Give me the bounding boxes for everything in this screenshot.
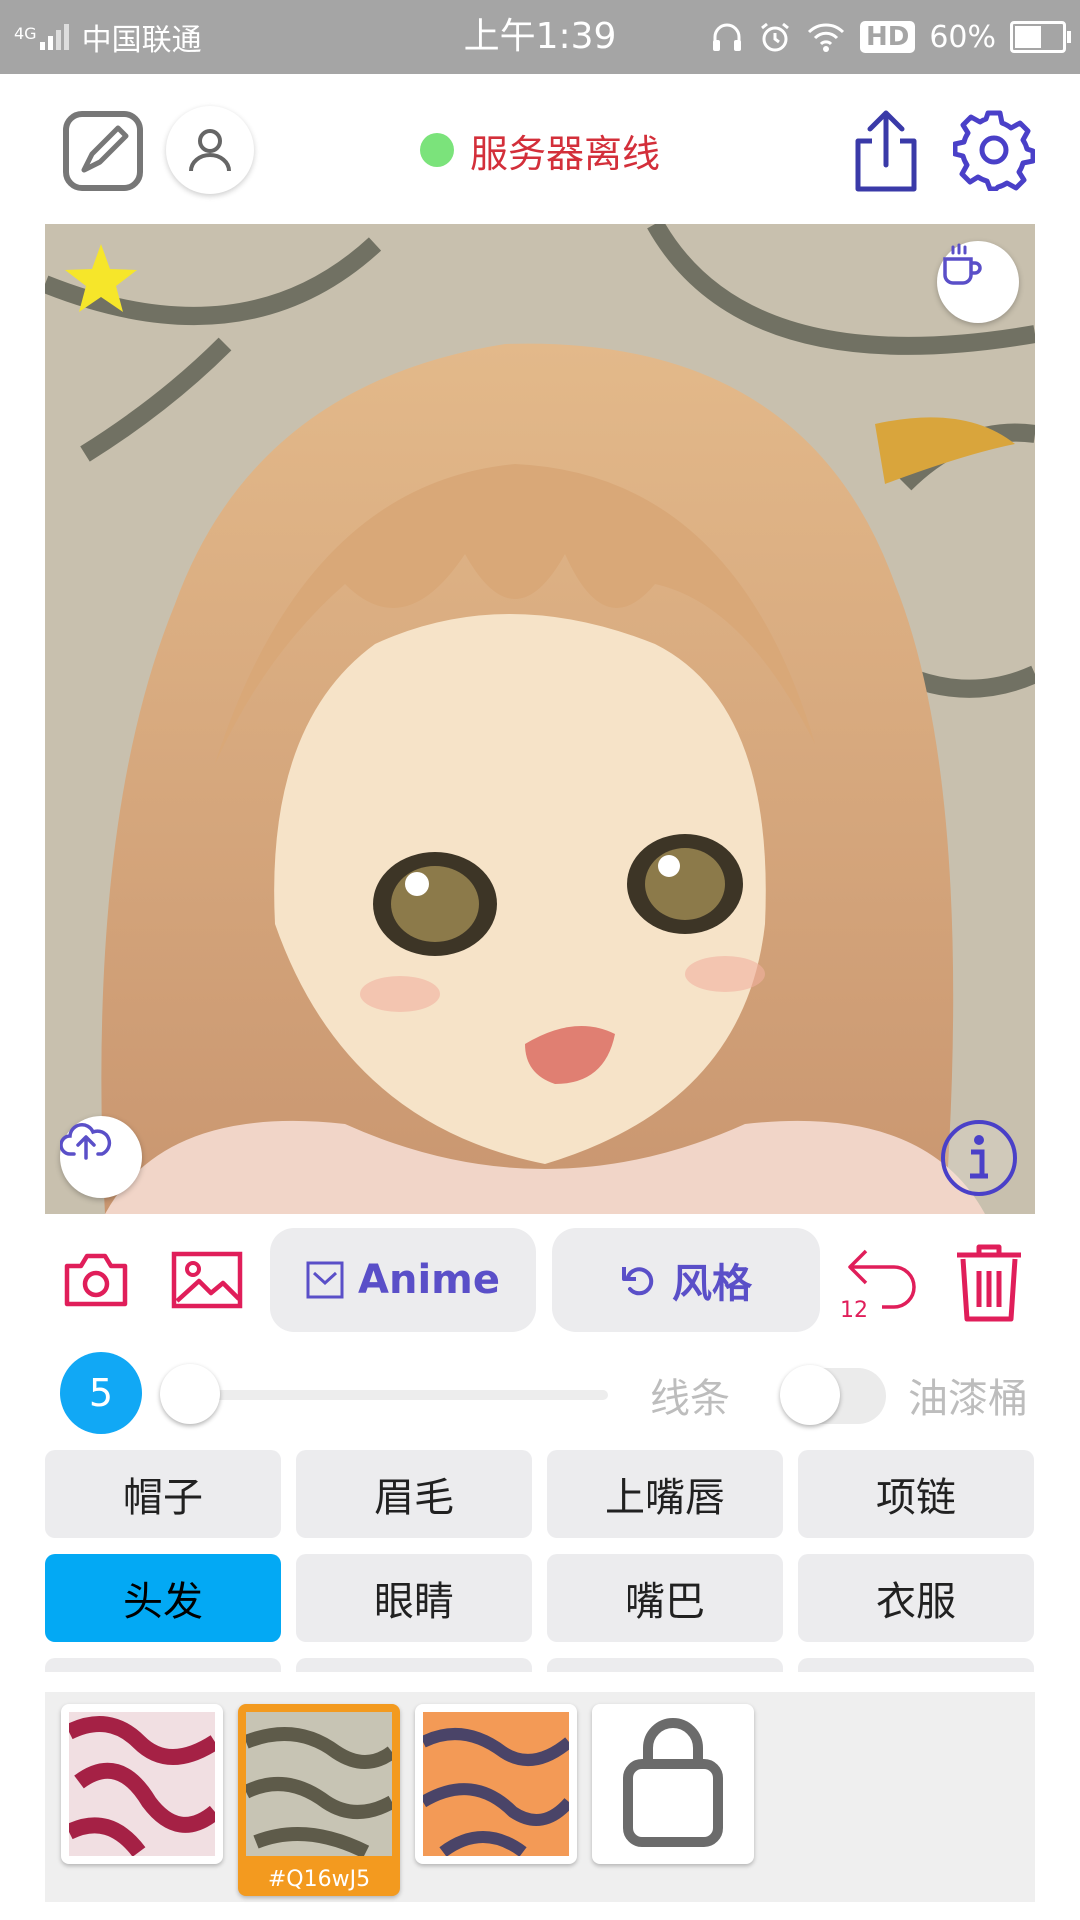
category-hair[interactable]: 头发 [45,1554,281,1642]
undo-count: 12 [840,1298,868,1323]
brush-size-badge[interactable]: 5 [60,1352,142,1434]
swatch-image [423,1712,569,1856]
style-swatch[interactable] [415,1704,577,1864]
category-label: 头发 [123,1579,203,1625]
anime-model-button[interactable]: Anime [270,1228,536,1332]
user-icon [189,129,231,172]
category-upper-lip[interactable]: 上嘴唇 [547,1450,783,1538]
category-partial [547,1658,783,1672]
category-label: 项链 [876,1475,956,1521]
image-icon [171,1251,243,1309]
action-row: Anime 风格 12 [0,1228,1080,1338]
category-hat[interactable]: 帽子 [45,1450,281,1538]
sketch-icon [63,111,143,191]
category-label: 嘴巴 [625,1579,705,1625]
battery-icon [1010,21,1071,53]
style-swatch-selected[interactable]: #Q16wJ5 [238,1704,400,1896]
settings-icon [953,110,1035,191]
shopping-bag-icon [623,1718,723,1847]
cloud-upload-icon [60,1123,112,1160]
wifi-icon [807,23,845,52]
coffee-icon [943,243,982,285]
server-status: 服务器离线 [420,122,660,178]
coffee-button[interactable] [937,241,1019,323]
trash-icon [957,1244,1021,1322]
delete-button[interactable] [946,1238,1032,1326]
settings-button[interactable] [952,108,1036,192]
bucket-label: 油漆桶 [908,1376,1028,1422]
camera-button[interactable] [60,1248,132,1312]
bucket-toggle-knob[interactable] [780,1365,840,1425]
status-bar: 4G 中国联通 上午1:39 HD 60% [0,0,1080,74]
refresh-icon [622,1267,654,1296]
category-partial [798,1658,1034,1672]
brush-slider-track[interactable] [190,1390,608,1400]
share-button[interactable] [846,108,926,194]
top-toolbar: 服务器离线 [0,74,1080,226]
style-swatch[interactable] [61,1704,223,1864]
headphones-icon [712,23,741,51]
category-partial [45,1658,281,1672]
server-status-text: 服务器离线 [470,131,661,176]
info-button[interactable] [939,1118,1019,1198]
category-label: 衣服 [876,1579,956,1625]
category-eyebrows[interactable]: 眉毛 [296,1450,532,1538]
upload-button[interactable] [60,1116,142,1198]
category-label: 帽子 [123,1475,203,1521]
drawing-canvas[interactable] [45,224,1035,1214]
category-eyes[interactable]: 眼睛 [296,1554,532,1642]
category-necklace[interactable]: 项链 [798,1450,1034,1538]
battery-percent: 60% [929,19,996,55]
alarm-icon [761,22,789,52]
user-button[interactable] [166,106,254,194]
share-icon [855,110,917,192]
style-swatch-tray: #Q16wJ5 [45,1692,1035,1902]
sketch-button[interactable] [62,110,144,192]
category-mouth[interactable]: 嘴巴 [547,1554,783,1642]
category-clothes[interactable]: 衣服 [798,1554,1034,1642]
category-label: 眉毛 [374,1475,454,1521]
swatch-image [69,1712,215,1856]
category-label: 眼睛 [374,1579,454,1625]
anime-label: Anime [358,1257,500,1303]
style-label: 风格 [672,1261,752,1307]
line-label: 线条 [650,1376,730,1422]
swatch-image [246,1712,392,1856]
info-icon [941,1120,1017,1196]
hd-badge: HD [859,21,916,53]
status-dot [420,133,454,167]
category-partial [296,1658,532,1672]
brush-controls: 5 线条 油漆桶 [0,1348,1080,1438]
swatch-id: #Q16wJ5 [267,1867,371,1892]
add-style-button[interactable] [592,1704,754,1864]
category-label: 上嘴唇 [605,1475,725,1521]
battery-fill [1015,26,1041,48]
model-icon [306,1261,344,1299]
gallery-button[interactable] [170,1248,244,1312]
camera-icon [64,1253,128,1307]
brush-slider-thumb[interactable] [160,1364,220,1424]
style-button[interactable]: 风格 [552,1228,820,1332]
generated-anime-image [45,224,1035,1214]
